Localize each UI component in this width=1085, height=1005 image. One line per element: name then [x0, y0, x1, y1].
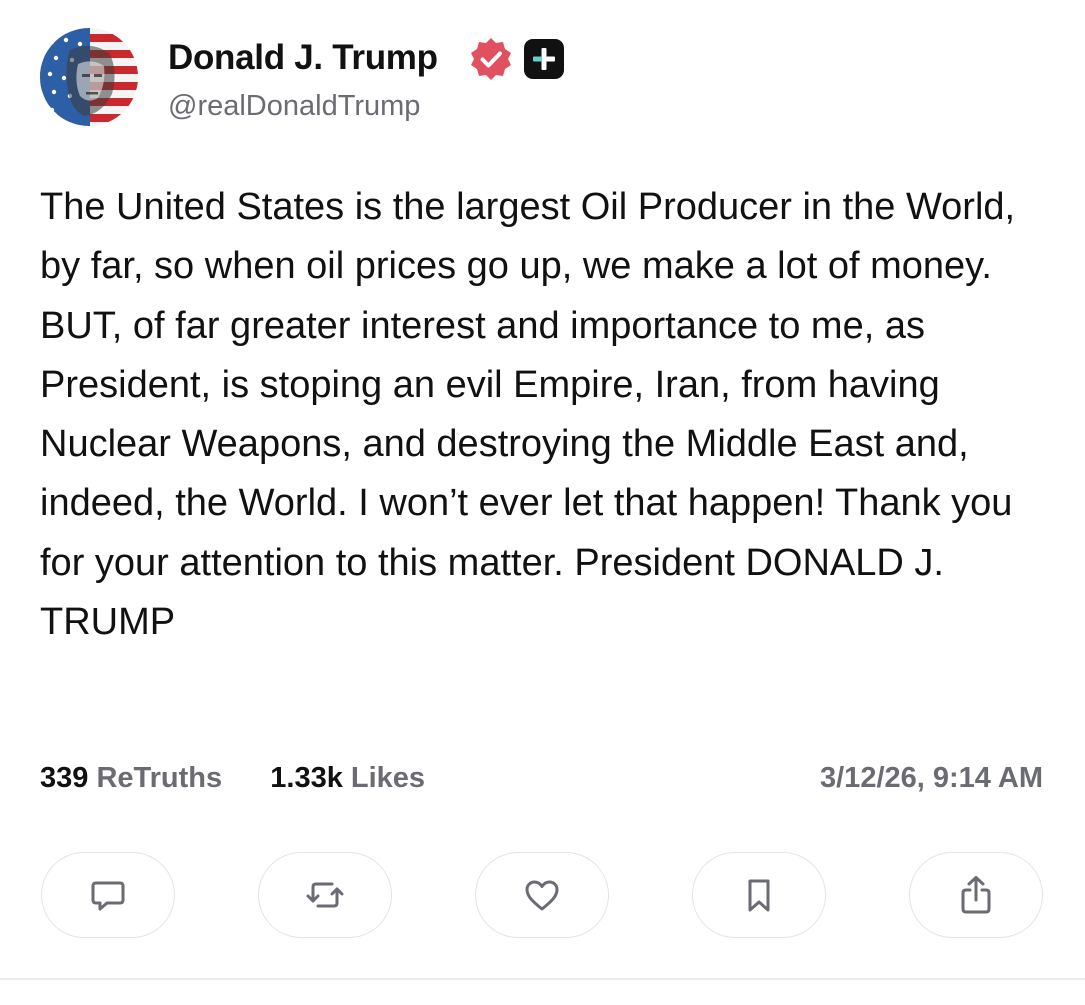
post-body-text: The United States is the largest Oil Pro… [40, 186, 1016, 644]
retruths-count[interactable]: 339 [40, 762, 88, 794]
bookmark-button[interactable] [692, 852, 826, 938]
reply-button[interactable] [41, 852, 175, 938]
share-button[interactable] [909, 852, 1043, 938]
post-stats: 339 ReTruths 1.33k Likes [40, 762, 425, 795]
repost-icon [306, 882, 344, 908]
avatar[interactable] [40, 28, 138, 126]
bottom-divider [0, 978, 1085, 980]
comment-icon [91, 881, 125, 911]
author-handle[interactable]: @realDonaldTrump [168, 90, 420, 123]
share-icon [961, 876, 991, 914]
plus-badge-icon [524, 39, 564, 79]
retruths-label[interactable]: ReTruths [96, 762, 222, 794]
likes-count[interactable]: 1.33k [270, 762, 343, 794]
avatar-image [40, 28, 138, 126]
author-display-name[interactable]: Donald J. Trump [168, 38, 438, 78]
post-timestamp: 3/12/26, 9:14 AM [820, 762, 1043, 794]
post-card: Donald J. Trump @realDonaldTrump The Uni… [0, 0, 1085, 1005]
likes-label[interactable]: Likes [351, 762, 425, 794]
like-button[interactable] [475, 852, 609, 938]
heart-icon [525, 880, 559, 911]
verified-badge-icon [468, 36, 514, 82]
retruth-button[interactable] [258, 852, 392, 938]
bookmark-icon [748, 879, 770, 912]
